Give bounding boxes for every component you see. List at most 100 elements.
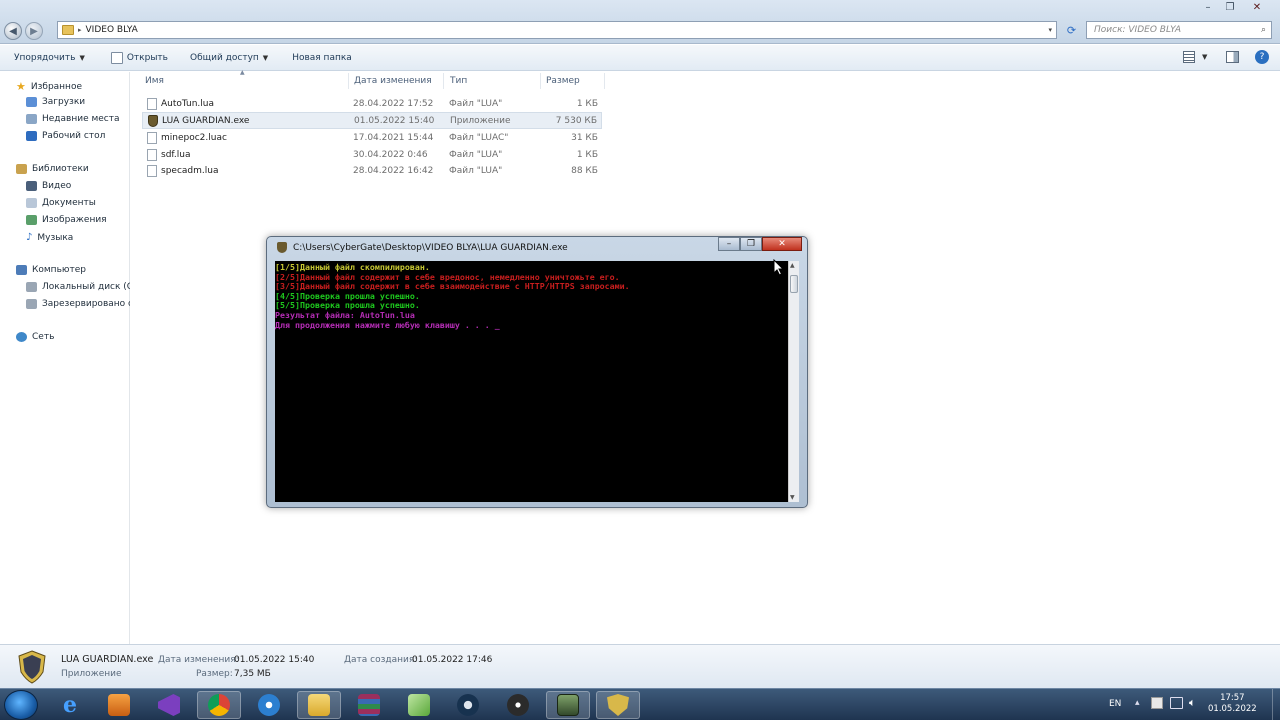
nav-documents[interactable]: Документы: [26, 198, 96, 208]
back-button[interactable]: ◀: [4, 22, 22, 40]
nav-favorites[interactable]: ★ Избранное: [16, 80, 82, 93]
nav-label: Зарезервировано си: [42, 299, 130, 309]
taskbar-explorer[interactable]: [297, 691, 341, 719]
file-type: Файл "LUA": [449, 149, 503, 160]
nav-reserved[interactable]: Зарезервировано си: [26, 299, 130, 309]
steam-icon: [457, 694, 479, 716]
console-line: Результат файла: AutoTun.lua: [275, 310, 415, 320]
console-title: C:\Users\CyberGate\Desktop\VIDEO BLYA\LU…: [293, 242, 568, 253]
file-type: Приложение: [450, 115, 511, 126]
taskbar-visual-studio[interactable]: [147, 691, 191, 719]
file-name: sdf.lua: [161, 149, 191, 160]
file-name: AutoTun.lua: [161, 98, 215, 109]
open-button[interactable]: Открыть: [97, 48, 180, 68]
taskbar-media[interactable]: [97, 691, 141, 719]
nav-video[interactable]: Видео: [26, 181, 71, 191]
organize-button[interactable]: Упорядочить ▼: [14, 48, 97, 68]
scroll-down-icon[interactable]: ▼: [790, 494, 795, 501]
language-indicator[interactable]: EN: [1109, 699, 1121, 709]
file-row[interactable]: specadm.lua 28.04.2022 16:42 Файл "LUA" …: [142, 162, 602, 179]
chevron-down-icon[interactable]: ▾: [1048, 26, 1052, 34]
clock[interactable]: 17:57 01.05.2022: [1208, 693, 1257, 715]
nav-downloads[interactable]: Загрузки: [26, 97, 85, 107]
show-desktop-button[interactable]: [1272, 689, 1280, 721]
nav-local-disk[interactable]: Локальный диск (C:: [26, 282, 130, 292]
nav-label: Библиотеки: [32, 164, 89, 174]
taskbar-terminal[interactable]: [546, 691, 590, 719]
taskbar-app[interactable]: [247, 691, 291, 719]
clock-date: 01.05.2022: [1208, 704, 1257, 714]
tray-expand-icon[interactable]: ▴: [1135, 698, 1140, 708]
chevron-down-icon[interactable]: ▼: [1202, 53, 1207, 61]
console-output[interactable]: [1/5]Данный файл скомпилирован. [2/5]Дан…: [275, 261, 788, 502]
file-row[interactable]: AutoTun.lua 28.04.2022 17:52 Файл "LUA" …: [142, 95, 602, 112]
details-created-value: 01.05.2022 17:46: [412, 655, 493, 665]
details-modified-label: Дата изменения:: [158, 655, 239, 665]
taskbar-steam[interactable]: [446, 691, 490, 719]
breadcrumb-current[interactable]: VIDEO BLYA: [86, 25, 138, 35]
nav-network[interactable]: Сеть: [16, 332, 54, 342]
open-icon: [110, 51, 123, 64]
column-name[interactable]: Имя: [145, 76, 164, 86]
refresh-icon[interactable]: ⟳: [1063, 22, 1080, 38]
taskbar-obs[interactable]: [496, 691, 540, 719]
network-icon[interactable]: [1170, 697, 1183, 709]
details-created-label: Дата создания:: [344, 655, 418, 665]
taskbar-lua-guardian[interactable]: [596, 691, 640, 719]
view-options-icon[interactable]: [1183, 51, 1195, 63]
console-close-button[interactable]: ✕: [762, 237, 802, 251]
volume-icon[interactable]: 🔈︎: [1189, 696, 1196, 710]
share-label: Общий доступ: [189, 52, 259, 63]
console-title-bar[interactable]: C:\Users\CyberGate\Desktop\VIDEO BLYA\LU…: [277, 242, 568, 253]
maximize-button[interactable]: ❐: [1220, 0, 1240, 15]
column-type[interactable]: Тип: [450, 76, 467, 86]
file-date: 01.05.2022 15:40: [354, 115, 435, 126]
console-maximize-button[interactable]: ❐: [740, 237, 762, 251]
file-row[interactable]: sdf.lua 30.04.2022 0:46 Файл "LUA" 1 КБ: [142, 146, 602, 163]
nav-music[interactable]: ♪ Музыка: [26, 232, 73, 243]
file-name: LUA GUARDIAN.exe: [162, 115, 250, 126]
nav-label: Видео: [42, 181, 72, 191]
nav-recent[interactable]: Недавние места: [26, 114, 120, 124]
action-center-icon[interactable]: [1151, 697, 1163, 709]
share-button[interactable]: Общий доступ ▼: [180, 48, 280, 68]
images-icon: [26, 215, 37, 225]
nav-computer[interactable]: Компьютер: [16, 265, 86, 275]
details-size-label: Размер:: [196, 669, 233, 679]
scroll-up-icon[interactable]: ▲: [790, 262, 795, 269]
column-date[interactable]: Дата изменения: [354, 76, 432, 86]
search-input[interactable]: Поиск: VIDEO BLYA ⌕: [1086, 21, 1272, 39]
help-icon[interactable]: ?: [1255, 50, 1269, 64]
file-type: Файл "LUA": [449, 165, 503, 176]
address-bar[interactable]: ▸ VIDEO BLYA ▾: [57, 21, 1057, 39]
console-minimize-button[interactable]: –: [718, 237, 740, 251]
new-folder-button[interactable]: Новая папка: [280, 48, 364, 68]
column-size[interactable]: Размер: [546, 76, 580, 86]
file-size: 31 КБ: [571, 132, 598, 143]
nav-label: Компьютер: [32, 265, 86, 275]
close-button[interactable]: ✕: [1242, 0, 1272, 15]
nav-desktop[interactable]: Рабочий стол: [26, 131, 105, 141]
file-row-selected[interactable]: LUA GUARDIAN.exe 01.05.2022 15:40 Прилож…: [142, 112, 602, 129]
computer-icon: [16, 265, 27, 275]
toolbar: Упорядочить ▼ Открыть Общий доступ ▼ Нов…: [0, 45, 1280, 71]
nav-libraries[interactable]: Библиотеки: [16, 164, 89, 174]
preview-pane-icon[interactable]: [1226, 51, 1239, 63]
file-size: 1 КБ: [576, 98, 598, 109]
taskbar-notepad[interactable]: [397, 691, 441, 719]
taskbar-winrar[interactable]: [347, 691, 391, 719]
file-row[interactable]: minepoc2.luac 17.04.2021 15:44 Файл "LUA…: [142, 129, 602, 146]
obs-icon: [507, 694, 529, 716]
forward-button[interactable]: ▶: [25, 22, 43, 40]
console-window[interactable]: C:\Users\CyberGate\Desktop\VIDEO BLYA\LU…: [266, 236, 808, 508]
chrome-icon: [208, 694, 230, 716]
minimize-button[interactable]: –: [1198, 0, 1218, 15]
nav-images[interactable]: Изображения: [26, 215, 107, 225]
nav-label: Изображения: [42, 215, 107, 225]
taskbar-ie[interactable]: e: [48, 691, 92, 719]
console-scrollbar[interactable]: ▲ ▼: [788, 261, 799, 502]
scroll-thumb[interactable]: [790, 275, 798, 293]
nav-label: Музыка: [37, 232, 74, 243]
start-button[interactable]: [4, 690, 38, 720]
taskbar-chrome[interactable]: [197, 691, 241, 719]
